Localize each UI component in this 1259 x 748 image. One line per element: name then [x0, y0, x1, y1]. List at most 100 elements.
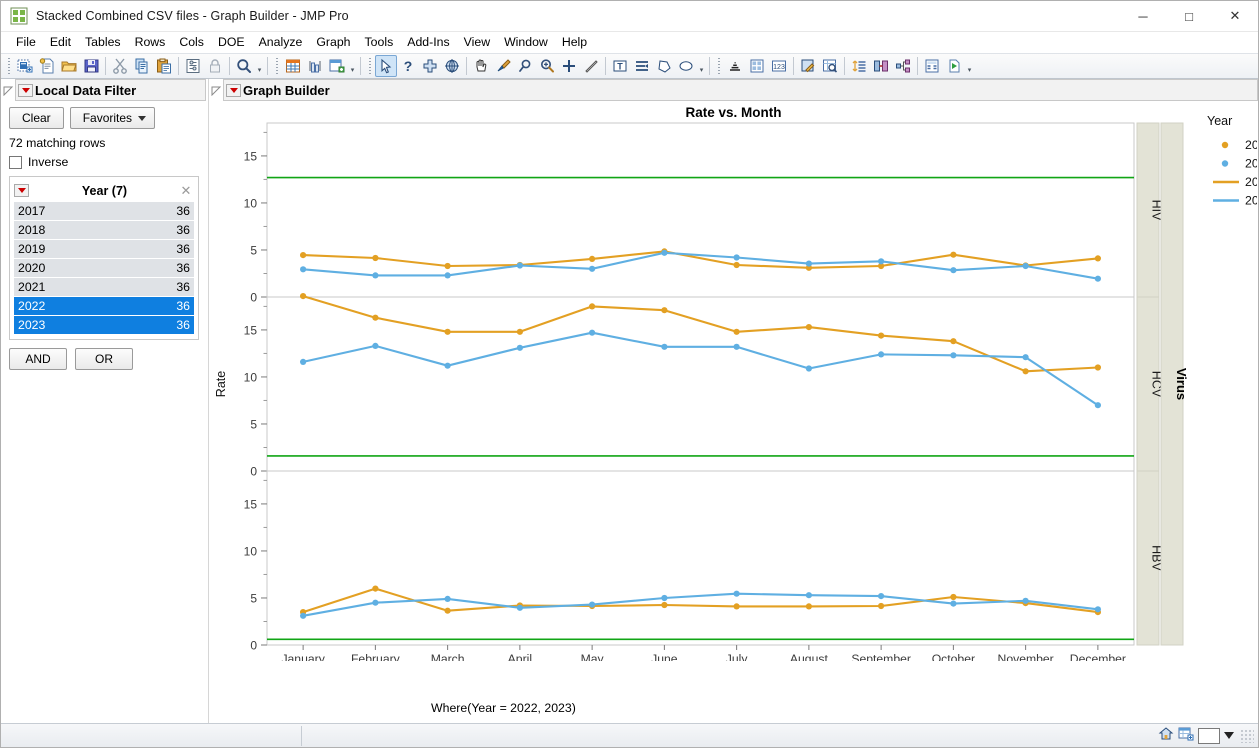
open-file-icon[interactable] [58, 55, 80, 77]
filter-row-2022[interactable]: 2022 36 [14, 297, 194, 316]
help-question-icon[interactable]: ? [397, 55, 419, 77]
menu-view[interactable]: View [457, 33, 497, 52]
rate-vs-month-chart[interactable]: 051015HIV051015HCV051015HBVVirusJanuaryF… [209, 101, 1257, 661]
toolbar-grip-icon[interactable] [716, 57, 722, 75]
formula-editor-icon[interactable] [797, 55, 819, 77]
series-point-HBV-2023 [589, 602, 595, 608]
brush-globe-icon[interactable] [441, 55, 463, 77]
y-tick-label: 0 [250, 291, 257, 305]
close-button[interactable]: ✕ [1212, 1, 1258, 32]
clear-button[interactable]: Clear [9, 107, 64, 129]
series-point-HIV-2023 [300, 266, 306, 272]
text-annotate-icon[interactable]: T [609, 55, 631, 77]
toolbar-overflow-icon[interactable]: ▾ [348, 55, 357, 77]
new-script-icon[interactable] [36, 55, 58, 77]
crosshairs-plus-icon[interactable] [558, 55, 580, 77]
local-data-filter-header[interactable]: Local Data Filter [1, 79, 208, 101]
paste-icon[interactable] [153, 55, 175, 77]
simple-shape-icon[interactable] [631, 55, 653, 77]
color-swatch[interactable] [1198, 728, 1220, 744]
toolbar-grip-icon[interactable] [274, 57, 280, 75]
filter-count: 36 [170, 242, 194, 256]
toolbar-overflow-icon[interactable]: ▾ [697, 55, 706, 77]
toolbar-overflow-icon[interactable]: ▾ [255, 55, 264, 77]
new-data-table-icon[interactable] [14, 55, 36, 77]
sort-icon[interactable] [848, 55, 870, 77]
menu-rows[interactable]: Rows [128, 33, 173, 52]
ellipse-icon[interactable] [675, 55, 697, 77]
paintbrush-icon[interactable] [492, 55, 514, 77]
chevron-down-icon [138, 116, 146, 121]
inverse-checkbox[interactable] [9, 156, 22, 169]
resize-grip-icon[interactable] [1240, 729, 1254, 743]
close-filter-icon[interactable]: ✕ [178, 183, 194, 199]
menu-tools[interactable]: Tools [358, 33, 401, 52]
toolbar-grip-icon[interactable] [6, 57, 12, 75]
graph-red-triangle-menu-icon[interactable] [226, 84, 241, 97]
data-table-window-icon[interactable] [1178, 726, 1194, 745]
report-icon[interactable] [921, 55, 943, 77]
menu-help[interactable]: Help [555, 33, 594, 52]
data-table-icon[interactable] [282, 55, 304, 77]
fit-y-by-x-icon[interactable] [746, 55, 768, 77]
series-point-HCV-2023 [300, 359, 306, 365]
lock-icon[interactable] [204, 55, 226, 77]
filter-value: 2019 [14, 242, 170, 256]
menu-add-ins[interactable]: Add-Ins [400, 33, 456, 52]
filter-red-triangle-menu-icon[interactable] [14, 184, 29, 197]
arrow-select-icon[interactable] [375, 55, 397, 77]
favorites-button[interactable]: Favorites [70, 107, 155, 129]
menu-cols[interactable]: Cols [172, 33, 211, 52]
copy-icon[interactable] [131, 55, 153, 77]
distribution-icon[interactable] [724, 55, 746, 77]
explore-outliers-icon[interactable] [819, 55, 841, 77]
zoom-in-icon[interactable] [536, 55, 558, 77]
filter-row-2020[interactable]: 2020 36 [14, 259, 194, 278]
toolbar-overflow-icon[interactable]: ▾ [965, 55, 974, 77]
cut-icon[interactable] [109, 55, 131, 77]
inverse-checkbox-row[interactable]: Inverse [9, 155, 208, 169]
filter-row-2017[interactable]: 2017 36 [14, 202, 194, 221]
menu-doe[interactable]: DOE [211, 33, 252, 52]
save-icon[interactable] [80, 55, 102, 77]
toolbar-grip-icon[interactable] [367, 57, 373, 75]
column-info-icon[interactable] [304, 55, 326, 77]
menu-analyze[interactable]: Analyze [252, 33, 310, 52]
graph-builder-header[interactable]: Graph Builder [209, 79, 1258, 101]
search-icon[interactable] [233, 55, 255, 77]
caret-down-icon[interactable] [1224, 732, 1234, 739]
and-button[interactable]: AND [9, 348, 67, 370]
tabulate-icon[interactable]: 123 [768, 55, 790, 77]
filter-row-2018[interactable]: 2018 36 [14, 221, 194, 240]
y-tick-label: 5 [250, 591, 257, 605]
run-script-icon[interactable] [943, 55, 965, 77]
crosshair-icon[interactable] [419, 55, 441, 77]
outline-disclosure-icon[interactable] [3, 85, 14, 96]
minimize-button[interactable]: ─ [1120, 1, 1166, 32]
menu-tables[interactable]: Tables [78, 33, 128, 52]
or-button[interactable]: OR [75, 348, 133, 370]
pencil-line-icon[interactable] [580, 55, 602, 77]
data-filter-icon[interactable] [182, 55, 204, 77]
series-point-HCV-2023 [372, 343, 378, 349]
menu-graph[interactable]: Graph [309, 33, 357, 52]
hand-grabber-icon[interactable] [470, 55, 492, 77]
filter-row-2023[interactable]: 2023 36 [14, 316, 194, 335]
menu-edit[interactable]: Edit [43, 33, 78, 52]
magnifier-icon[interactable] [514, 55, 536, 77]
join-icon[interactable] [870, 55, 892, 77]
home-icon[interactable] [1158, 726, 1174, 745]
outline-disclosure-icon[interactable] [211, 85, 222, 96]
polygon-icon[interactable] [653, 55, 675, 77]
menu-window[interactable]: Window [497, 33, 555, 52]
x-tick-label: November [998, 652, 1054, 661]
filter-row-2019[interactable]: 2019 36 [14, 240, 194, 259]
filter-row-2021[interactable]: 2021 36 [14, 278, 194, 297]
y-tick-label: 5 [250, 417, 257, 431]
filter-value: 2018 [14, 223, 170, 237]
split-icon[interactable] [892, 55, 914, 77]
menu-file[interactable]: File [9, 33, 43, 52]
red-triangle-menu-icon[interactable] [18, 84, 33, 97]
new-column-icon[interactable] [326, 55, 348, 77]
maximize-button[interactable]: □ [1166, 1, 1212, 32]
